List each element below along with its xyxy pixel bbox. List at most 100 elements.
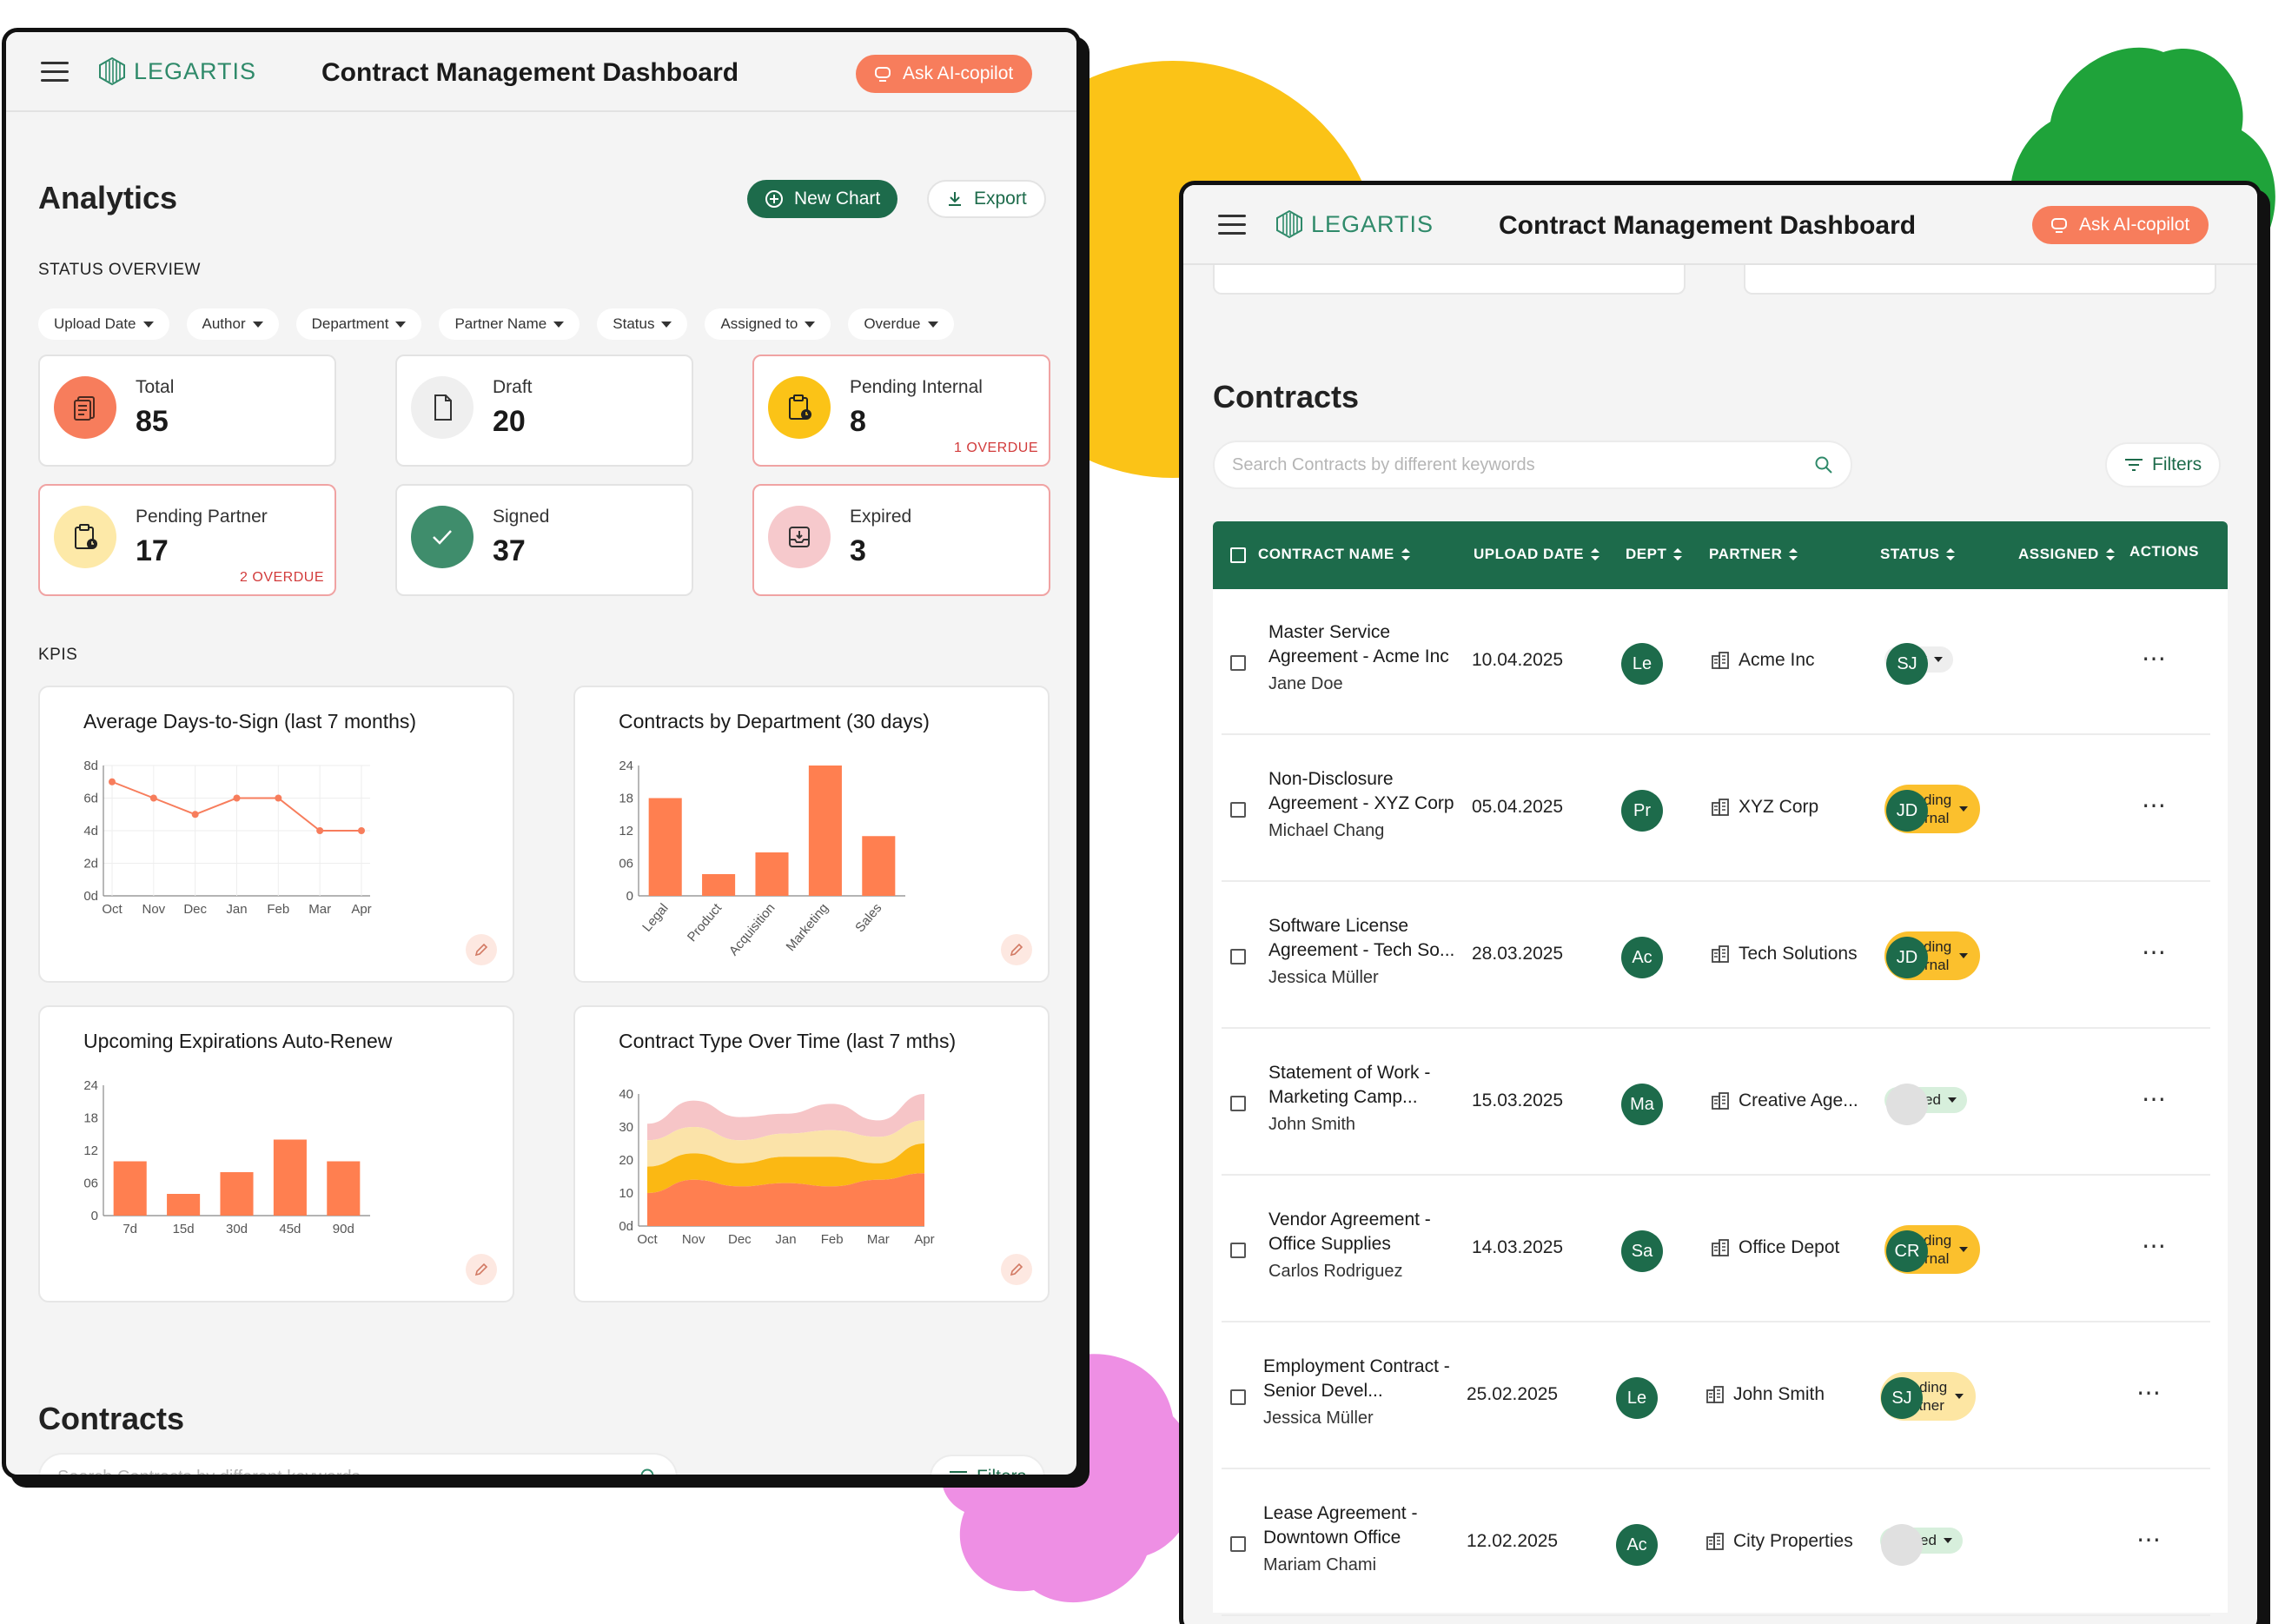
search-placeholder: Search Contracts by different keywords <box>1232 454 1535 474</box>
kpi-card-edge <box>1213 265 1686 295</box>
col-label: UPLOAD DATE <box>1474 546 1585 562</box>
table-row[interactable]: Statement of Work - Marketing Camp... Joh… <box>1213 1030 2228 1176</box>
building-icon <box>1706 1533 1724 1550</box>
filter-bar: Upload Date Author Department Partner Na… <box>38 308 954 340</box>
col-partner[interactable]: PARTNER <box>1709 546 1798 563</box>
logo-mark-icon <box>99 56 125 86</box>
status-card-draft[interactable]: Draft 20 <box>395 355 693 467</box>
status-card-pending-partner[interactable]: Pending Partner 17 2 OVERDUE <box>38 484 336 596</box>
upload-date: 10.04.2025 <box>1472 650 1564 670</box>
data-point <box>275 794 282 802</box>
search-input[interactable]: Search Contracts by different keywords <box>1213 441 1852 489</box>
status-card-value: 85 <box>136 405 169 438</box>
edit-chart-button[interactable] <box>1001 1254 1032 1285</box>
col-assigned[interactable]: ASSIGNED <box>2018 546 2115 563</box>
logo[interactable]: LEGARTIS <box>1275 209 1434 239</box>
filter-status[interactable]: Status <box>597 308 688 340</box>
sort-icon <box>1946 548 1956 560</box>
filter-partner-name[interactable]: Partner Name <box>439 308 580 340</box>
more-actions-icon[interactable]: ⋯ <box>2136 1381 2162 1405</box>
row-checkbox[interactable] <box>1230 949 1246 964</box>
sort-icon <box>1789 548 1798 560</box>
filter-assigned-to[interactable]: Assigned to <box>705 308 831 340</box>
row-divider <box>1222 1321 2210 1322</box>
row-checkbox[interactable] <box>1230 1389 1246 1405</box>
contract-name[interactable]: Employment Contract - Senior Devel... <box>1263 1355 1459 1403</box>
row-divider <box>1222 733 2210 735</box>
table-row[interactable]: Lease Agreement - Downtown Office Mariam … <box>1213 1470 2228 1616</box>
col-upload-date[interactable]: UPLOAD DATE <box>1474 546 1600 563</box>
x-tick-label: Product <box>685 900 725 945</box>
filter-upload-date[interactable]: Upload Date <box>38 308 169 340</box>
select-all-checkbox[interactable] <box>1230 547 1246 563</box>
edit-chart-button[interactable] <box>1001 934 1032 965</box>
contract-name[interactable]: Lease Agreement - Downtown Office <box>1263 1501 1459 1550</box>
kpi-card-edge <box>1744 265 2216 295</box>
contract-name[interactable]: Non-Disclosure Agreement - XYZ Corp <box>1268 767 1464 816</box>
contract-name[interactable]: Master Service Agreement - Acme Inc <box>1268 620 1464 669</box>
assignee-initials: JD <box>1896 800 1918 820</box>
export-button[interactable]: Export <box>927 180 1046 218</box>
upload-date: 28.03.2025 <box>1472 944 1564 964</box>
assignee-avatar[interactable] <box>1881 1524 1923 1566</box>
caret-down-icon <box>142 321 154 328</box>
row-checkbox[interactable] <box>1230 1096 1246 1111</box>
assignee-avatar[interactable] <box>1886 1084 1928 1125</box>
overdue-badge: 2 OVERDUE <box>240 570 324 585</box>
more-actions-icon[interactable]: ⋯ <box>2136 1528 2162 1552</box>
x-tick-label: 45d <box>279 1222 301 1236</box>
menu-icon[interactable] <box>41 62 69 83</box>
col-label: PARTNER <box>1709 546 1783 562</box>
assignee-avatar[interactable]: JD <box>1886 937 1928 978</box>
table-row[interactable]: Employment Contract - Senior Devel... Jes… <box>1213 1323 2228 1469</box>
col-contract-name[interactable]: CONTRACT NAME <box>1258 546 1410 563</box>
row-checkbox[interactable] <box>1230 1536 1246 1552</box>
row-checkbox[interactable] <box>1230 1243 1246 1258</box>
more-actions-icon[interactable]: ⋯ <box>2142 646 2168 671</box>
ask-ai-copilot-button[interactable]: Ask AI-copilot <box>856 55 1033 93</box>
assignee-avatar[interactable]: JD <box>1886 790 1928 832</box>
row-checkbox[interactable] <box>1230 802 1246 818</box>
more-actions-icon[interactable]: ⋯ <box>2142 1234 2168 1258</box>
status-card-label: Total <box>136 377 175 397</box>
table-row[interactable]: Master Service Agreement - Acme Inc Jane … <box>1213 589 2228 735</box>
more-actions-icon[interactable]: ⋯ <box>2142 940 2168 964</box>
contract-name[interactable]: Software License Agreement - Tech So... <box>1268 914 1464 963</box>
dept-initials: Ma <box>1630 1094 1654 1114</box>
filter-author[interactable]: Author <box>186 308 279 340</box>
contracts-window: LEGARTIS Contract Management Dashboard A… <box>1179 181 2262 1624</box>
filter-department[interactable]: Department <box>295 308 422 340</box>
col-dept[interactable]: DEPT <box>1626 546 1683 563</box>
filter-overdue[interactable]: Overdue <box>848 308 954 340</box>
logo[interactable]: LEGARTIS <box>97 56 256 86</box>
status-card-signed[interactable]: Signed 37 <box>395 484 693 596</box>
table-row[interactable]: Non-Disclosure Agreement - XYZ Corp Micha… <box>1213 736 2228 882</box>
menu-icon[interactable] <box>1218 215 1246 235</box>
status-card-expired[interactable]: Expired 3 <box>752 484 1050 596</box>
more-actions-icon[interactable]: ⋯ <box>2142 1087 2168 1111</box>
partner-cell: John Smith <box>1705 1384 1825 1405</box>
ask-ai-copilot-button[interactable]: Ask AI-copilot <box>2032 206 2209 244</box>
status-card-pending-internal[interactable]: Pending Internal 8 1 OVERDUE <box>752 355 1050 467</box>
upload-date: 15.03.2025 <box>1472 1090 1564 1110</box>
more-actions-icon[interactable]: ⋯ <box>2142 793 2168 818</box>
edit-chart-button[interactable] <box>466 1254 497 1285</box>
new-chart-button[interactable]: New Chart <box>747 180 898 218</box>
search-input[interactable]: Search Contracts by different keywords <box>38 1453 678 1475</box>
filters-button[interactable]: Filters <box>2105 442 2222 487</box>
sort-icon <box>2105 548 2115 560</box>
contract-name[interactable]: Statement of Work - Marketing Camp... <box>1268 1061 1464 1110</box>
assignee-avatar[interactable]: SJ <box>1881 1377 1923 1419</box>
assignee-avatar[interactable]: SJ <box>1886 643 1928 685</box>
row-checkbox[interactable] <box>1230 655 1246 671</box>
table-row[interactable]: Software License Agreement - Tech So... J… <box>1213 883 2228 1029</box>
table-row[interactable]: Vendor Agreement - Office Supplies Carlos… <box>1213 1177 2228 1322</box>
caret-down-icon <box>1959 953 1968 958</box>
table-header: CONTRACT NAME UPLOAD DATE DEPT PARTNER S… <box>1213 521 2228 589</box>
col-status[interactable]: STATUS <box>1880 546 1956 563</box>
filters-button[interactable]: Filters <box>930 1455 1046 1475</box>
contract-name[interactable]: Vendor Agreement - Office Supplies <box>1268 1208 1464 1256</box>
edit-chart-button[interactable] <box>466 934 497 965</box>
status-card-total[interactable]: Total 85 <box>38 355 336 467</box>
assignee-avatar[interactable]: CR <box>1886 1230 1928 1272</box>
